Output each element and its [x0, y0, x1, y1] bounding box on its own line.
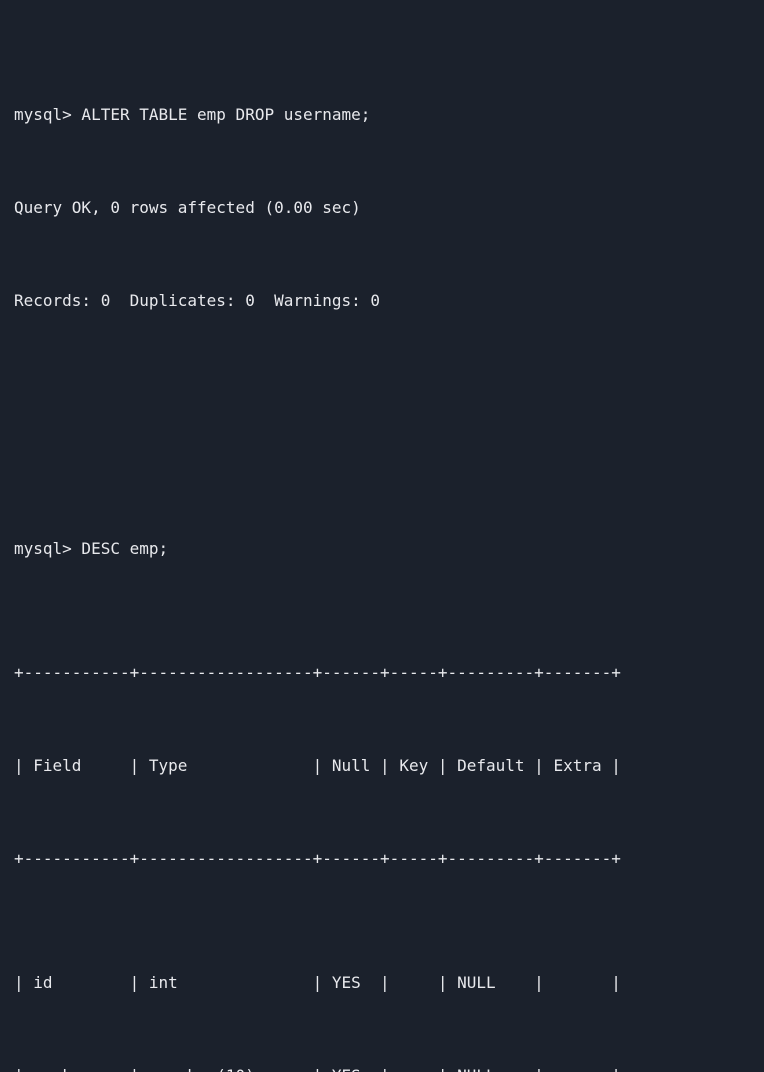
table-row: | workno | varchar(10) | YES | | NULL | …: [14, 1060, 764, 1072]
command-line-desc-emp: mysql> DESC emp;: [14, 539, 169, 558]
table-separator-top: +-----------+------------------+------+-…: [14, 663, 621, 682]
command-line-alter-table: mysql> ALTER TABLE emp DROP username;: [14, 105, 371, 124]
table-separator-header: +-----------+------------------+------+-…: [14, 849, 621, 868]
table-header-row: | Field | Type | Null | Key | Default | …: [14, 756, 621, 775]
output-line-records: Records: 0 Duplicates: 0 Warnings: 0: [14, 291, 381, 310]
table-row: | id | int | YES | | NULL | |: [14, 973, 621, 992]
output-line-query-ok: Query OK, 0 rows affected (0.00 sec): [14, 198, 361, 217]
terminal-screen: mysql> ALTER TABLE emp DROP username; Qu…: [0, 0, 764, 1072]
